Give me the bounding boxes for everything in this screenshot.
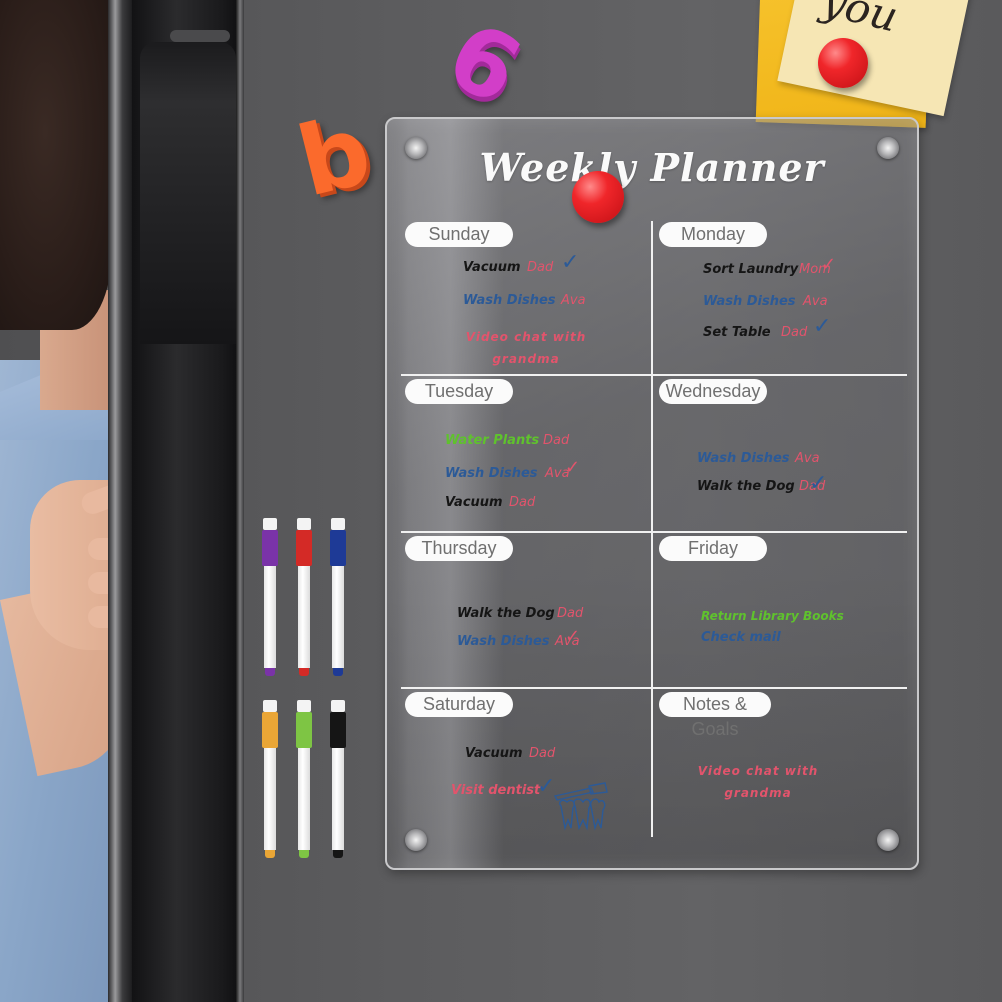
task-note-line: Video chat with (465, 330, 587, 344)
task-text: Wash Dishes (703, 294, 796, 309)
divider-row-3 (401, 687, 907, 689)
check-icon: ✓ (565, 626, 581, 647)
assignee-text: Ava (803, 294, 828, 309)
marker-cap (330, 712, 346, 748)
marker-body (332, 566, 344, 668)
notes-line: grandma (724, 786, 792, 800)
task-text: Wash Dishes (457, 634, 550, 649)
fridge-handle-grip[interactable] (140, 42, 236, 344)
task-text: Visit dentist (451, 783, 541, 798)
task-text: Set Table (703, 325, 771, 340)
hair (0, 0, 112, 330)
day-label-pill: Saturday (405, 692, 513, 717)
marker-tip (265, 850, 275, 858)
assignee-text: Dad (527, 260, 554, 275)
fridge-door-seam (236, 0, 244, 1002)
task-note: Video chat with grandma (441, 326, 611, 370)
marker-body (264, 566, 276, 668)
day-cell-saturday[interactable]: Saturday Vacuum Dad Visit dentist ✓ (401, 690, 655, 842)
red-magnet-on-board[interactable] (572, 171, 624, 223)
marker-red[interactable] (296, 518, 312, 678)
check-icon: ✓ (561, 250, 580, 275)
marker-body (264, 748, 276, 850)
check-icon: ✓ (813, 314, 832, 339)
fridge-handle-cap (170, 30, 230, 42)
marker-cap-end (331, 518, 345, 530)
task-text: Vacuum (445, 495, 503, 510)
marker-body (298, 748, 310, 850)
task-text: Check mail (701, 630, 781, 645)
marker-orange[interactable] (262, 700, 278, 860)
day-label-pill: Sunday (405, 222, 513, 247)
fridge-door-edge (108, 0, 132, 1002)
assignee-text: Dad (543, 433, 570, 448)
task-text: Wash Dishes (445, 466, 538, 481)
day-label-pill: Friday (659, 536, 767, 561)
tooth-toothbrush-icon (553, 782, 608, 831)
pin-magnet[interactable] (818, 38, 868, 88)
notes-text: Video chat with grandma (693, 760, 823, 804)
marker-purple[interactable] (262, 518, 278, 678)
check-icon: ✓ (809, 471, 828, 496)
assignee-text: Dad (781, 325, 808, 340)
marker-body (332, 748, 344, 850)
day-cell-monday[interactable]: Monday Sort Laundry Mom ✓ Wash Dishes Av… (655, 220, 909, 372)
marker-blue[interactable] (330, 518, 346, 678)
assignee-text: Ava (561, 293, 586, 308)
marker-cap (330, 530, 346, 566)
task-text: Water Plants (445, 433, 540, 448)
marker-tip (299, 850, 309, 858)
marker-tip (265, 668, 275, 676)
assignee-text: Dad (509, 495, 536, 510)
marker-cap (262, 530, 278, 566)
task-text: Return Library Books (701, 609, 844, 623)
marker-tip (299, 668, 309, 676)
marker-tip (333, 668, 343, 676)
marker-cap-end (297, 700, 311, 712)
task-note-line: grandma (492, 352, 560, 366)
day-cell-tuesday[interactable]: Tuesday Water Plants Dad Wash Dishes Ava… (401, 377, 655, 529)
marker-cap-end (331, 700, 345, 712)
day-cell-thursday[interactable]: Thursday Walk the Dog Dad Wash Dishes Av… (401, 534, 655, 686)
day-label-pill: Thursday (405, 536, 513, 561)
task-text: Vacuum (463, 260, 521, 275)
check-icon: ✓ (821, 254, 837, 275)
task-text: Vacuum (465, 746, 523, 761)
task-text: Walk the Dog (457, 606, 555, 621)
notes-goals-cell[interactable]: Notes & Goals Video chat with grandma (655, 690, 909, 842)
notes-line: Video chat with (697, 764, 819, 778)
task-text: Sort Laundry (703, 262, 799, 277)
marker-green[interactable] (296, 700, 312, 860)
day-label-pill: Monday (659, 222, 767, 247)
task-text: Walk the Dog (697, 479, 795, 494)
day-label-pill: Wednesday (659, 379, 767, 404)
marker-body (298, 566, 310, 668)
marker-cap (262, 712, 278, 748)
notes-goals-pill: Notes & Goals (659, 692, 771, 739)
task-text: Wash Dishes (463, 293, 556, 308)
weekly-planner-board: Weekly Planner Sunday Vacuum Dad ✓ Wash … (385, 117, 919, 870)
day-label-pill: Tuesday (405, 379, 513, 404)
check-icon: ✓ (565, 457, 581, 478)
marker-cap-end (263, 518, 277, 530)
divider-row-2 (401, 531, 907, 533)
divider-row-1 (401, 374, 907, 376)
marker-cap (296, 712, 312, 748)
day-cell-wednesday[interactable]: Wednesday Wash Dishes Ava Walk the Dog D… (655, 377, 909, 529)
marker-tip (333, 850, 343, 858)
marker-black[interactable] (330, 700, 346, 860)
planner-title: Weekly Planner (479, 145, 825, 190)
assignee-text: Dad (529, 746, 556, 761)
marker-cap-end (263, 700, 277, 712)
marker-cap-end (297, 518, 311, 530)
task-text: Wash Dishes (697, 451, 790, 466)
assignee-text: Dad (557, 606, 584, 621)
assignee-text: Ava (795, 451, 820, 466)
marker-cap (296, 530, 312, 566)
day-cell-sunday[interactable]: Sunday Vacuum Dad ✓ Wash Dishes Ava Vide… (401, 220, 655, 372)
day-cell-friday[interactable]: Friday Return Library Books Check mail (655, 534, 909, 686)
